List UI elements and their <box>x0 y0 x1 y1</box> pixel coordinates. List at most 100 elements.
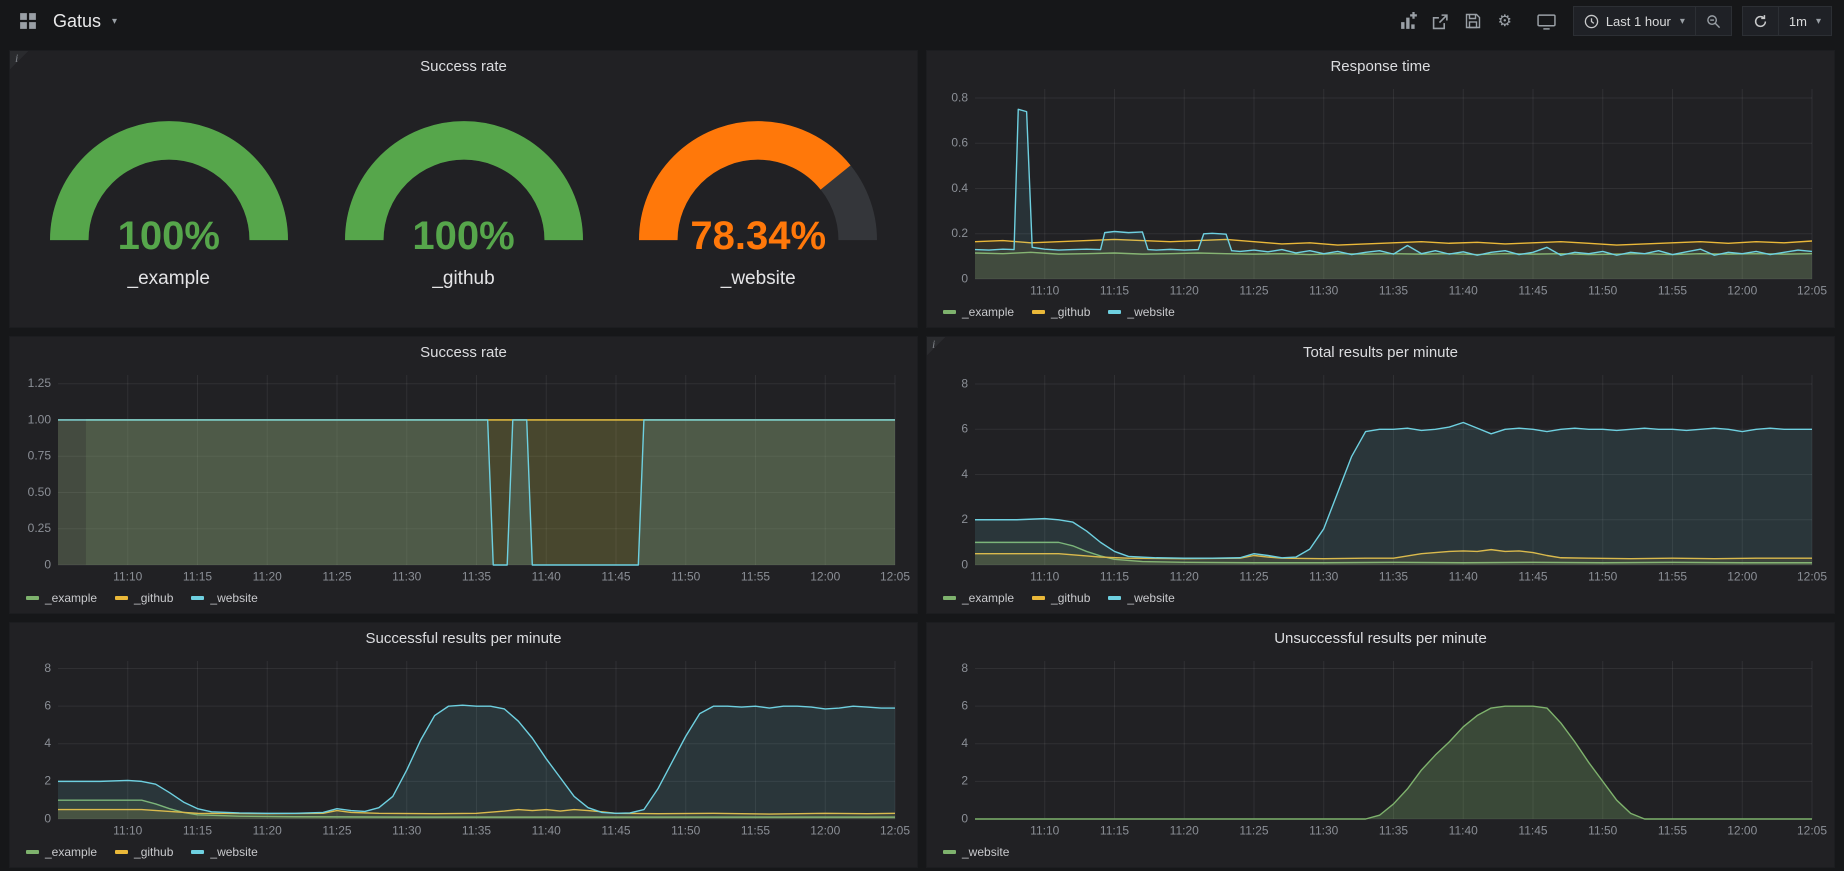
panel-title[interactable]: Total results per minute <box>1303 344 1458 361</box>
gauge-label: _github <box>432 268 494 290</box>
chart-legend: _example _github _website <box>927 301 1834 327</box>
dashboard-title[interactable]: Gatus <box>53 11 101 32</box>
legend-label: _github <box>134 591 173 605</box>
gauge-arc: 100% <box>33 113 305 263</box>
legend-label: _website <box>210 845 257 859</box>
legend-swatch <box>943 850 956 854</box>
dashboard-title-caret-icon[interactable]: ▾ <box>112 16 117 27</box>
legend-label: _website <box>962 845 1009 859</box>
share-dashboard-button[interactable] <box>1425 6 1457 36</box>
total-results-chart-canvas[interactable] <box>933 367 1828 587</box>
legend-item-_example[interactable]: _example <box>26 591 97 605</box>
legend-label: _website <box>210 591 257 605</box>
panel-header[interactable]: Response time <box>927 51 1834 81</box>
clock-icon <box>1584 14 1599 29</box>
gauge-row: 100% _example 100% _github <box>10 81 917 327</box>
panel-success-rate: Success rate _example _github _website <box>9 336 918 614</box>
refresh-interval-button[interactable]: 1m ▾ <box>1779 6 1832 36</box>
tv-icon <box>1537 13 1556 30</box>
chart-area <box>10 367 917 587</box>
panel-header[interactable]: Unsuccessful results per minute <box>927 623 1834 653</box>
cycle-view-mode-button[interactable] <box>1531 6 1563 36</box>
successful-results-chart-canvas[interactable] <box>16 653 911 841</box>
legend-item-_example[interactable]: _example <box>943 305 1014 319</box>
legend-swatch <box>1032 596 1045 600</box>
time-picker-group: Last 1 hour ▾ <box>1573 6 1732 36</box>
legend-swatch <box>115 596 128 600</box>
legend-item-_website[interactable]: _website <box>943 845 1009 859</box>
chart-area <box>927 81 1834 301</box>
grid-icon <box>19 12 37 30</box>
legend-swatch <box>26 596 39 600</box>
dashboard-settings-button[interactable]: ⚙ <box>1489 6 1521 36</box>
unsuccessful-results-chart-canvas[interactable] <box>933 653 1828 841</box>
legend-swatch <box>1108 310 1121 314</box>
success-rate-chart-canvas[interactable] <box>16 367 911 587</box>
panel-header[interactable]: Success rate <box>10 51 917 81</box>
panel-title[interactable]: Response time <box>1330 58 1430 75</box>
legend-item-_example[interactable]: _example <box>943 591 1014 605</box>
legend-item-_github[interactable]: _github <box>115 591 173 605</box>
legend-label: _github <box>1051 305 1090 319</box>
zoom-out-icon <box>1706 14 1721 29</box>
legend-label: _website <box>1127 591 1174 605</box>
legend-swatch <box>943 596 956 600</box>
legend-item-_website[interactable]: _website <box>191 591 257 605</box>
panel-title[interactable]: Success rate <box>420 58 507 75</box>
chart-area <box>10 653 917 841</box>
legend-swatch <box>191 850 204 854</box>
info-icon[interactable]: i <box>927 337 945 355</box>
gauge-value: 78.34% <box>622 214 894 259</box>
legend-item-_github[interactable]: _github <box>1032 591 1090 605</box>
refresh-interval-caret-icon: ▾ <box>1816 16 1821 27</box>
time-range-label: Last 1 hour <box>1606 14 1671 29</box>
legend-item-_website[interactable]: _website <box>1108 591 1174 605</box>
share-icon <box>1432 13 1449 30</box>
legend-item-_website[interactable]: _website <box>1108 305 1174 319</box>
legend-swatch <box>115 850 128 854</box>
panel-success-rate-gauges: i Success rate 100% _example <box>9 50 918 328</box>
save-icon <box>1465 13 1481 29</box>
refresh-group: 1m ▾ <box>1742 6 1832 36</box>
dashboard-grid: i Success rate 100% _example <box>0 42 1844 868</box>
panel-unsuccessful-results: Unsuccessful results per minute _website <box>926 622 1835 868</box>
panel-successful-results: Successful results per minute _example _g… <box>9 622 918 868</box>
panel-header[interactable]: Total results per minute <box>927 337 1834 367</box>
gauge-arc: 78.34% <box>622 113 894 263</box>
chart-area <box>927 367 1834 587</box>
legend-item-_example[interactable]: _example <box>26 845 97 859</box>
add-panel-button[interactable] <box>1393 6 1425 36</box>
gauge-example: 100% _example <box>33 113 305 290</box>
legend-label: _github <box>1051 591 1090 605</box>
legend-item-_website[interactable]: _website <box>191 845 257 859</box>
panel-title[interactable]: Successful results per minute <box>366 630 562 647</box>
panel-header[interactable]: Successful results per minute <box>10 623 917 653</box>
gauge-label: _website <box>721 268 796 290</box>
legend-label: _example <box>45 845 97 859</box>
add-panel-icon <box>1400 12 1418 30</box>
refresh-button[interactable] <box>1742 6 1779 36</box>
legend-label: _example <box>962 591 1014 605</box>
chart-legend: _website <box>927 841 1834 867</box>
save-dashboard-button[interactable] <box>1457 6 1489 36</box>
time-range-caret-icon: ▾ <box>1680 16 1685 27</box>
chart-legend: _example _github _website <box>927 587 1834 613</box>
legend-item-_github[interactable]: _github <box>115 845 173 859</box>
response-time-chart-canvas[interactable] <box>933 81 1828 301</box>
panel-total-results: i Total results per minute _example _gith… <box>926 336 1835 614</box>
panel-header[interactable]: Success rate <box>10 337 917 367</box>
dashboard-grid-icon[interactable] <box>12 6 44 36</box>
time-range-button[interactable]: Last 1 hour ▾ <box>1573 6 1696 36</box>
info-icon[interactable]: i <box>10 51 28 69</box>
legend-swatch <box>1032 310 1045 314</box>
chart-legend: _example _github _website <box>10 587 917 613</box>
legend-label: _example <box>962 305 1014 319</box>
zoom-out-time-button[interactable] <box>1696 6 1732 36</box>
panel-title[interactable]: Success rate <box>420 344 507 361</box>
legend-item-_github[interactable]: _github <box>1032 305 1090 319</box>
legend-swatch <box>1108 596 1121 600</box>
refresh-interval-label: 1m <box>1789 14 1807 29</box>
gauge-website: 78.34% _website <box>622 113 894 290</box>
panel-title[interactable]: Unsuccessful results per minute <box>1274 630 1487 647</box>
chart-legend: _example _github _website <box>10 841 917 867</box>
